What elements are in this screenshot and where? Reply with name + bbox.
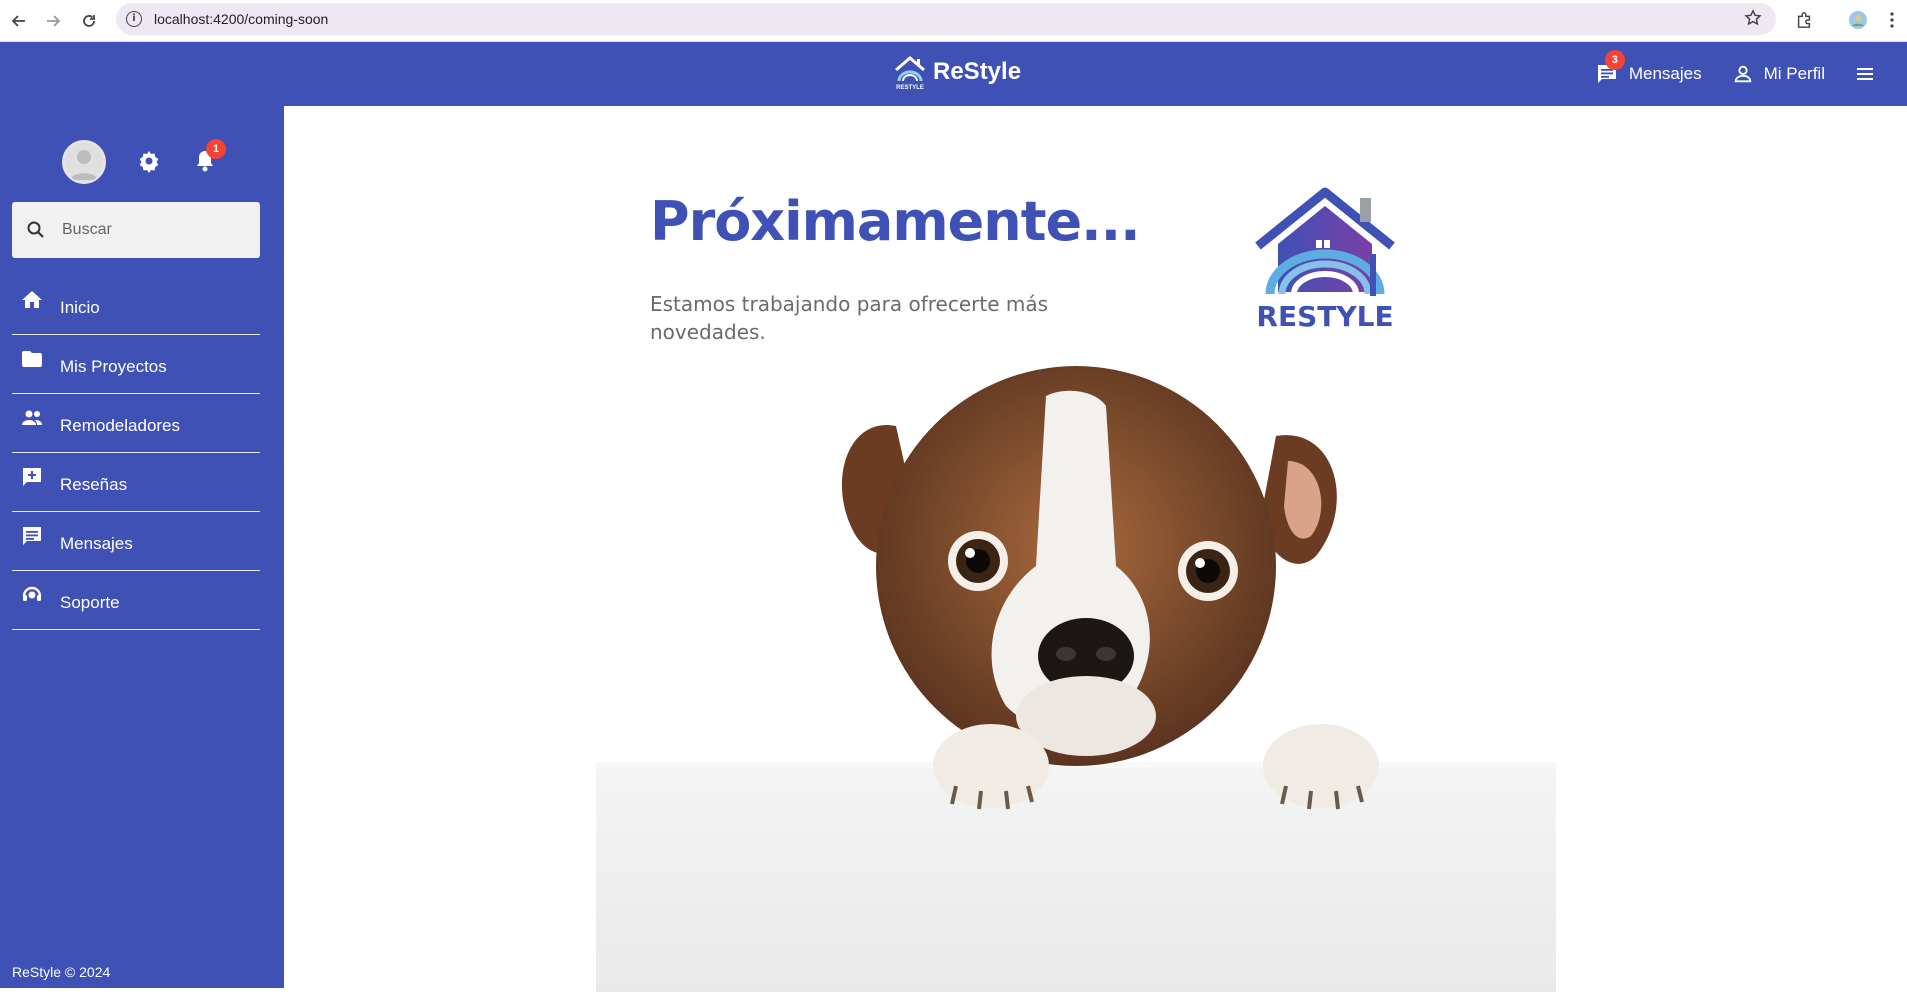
folder-icon [22, 351, 42, 367]
rate-review-icon [23, 468, 41, 486]
notifications-badge: 1 [206, 139, 226, 159]
settings-gear-icon[interactable] [137, 149, 161, 178]
forward-arrow-icon[interactable] [40, 8, 66, 34]
messages-label: Mensajes [1628, 64, 1702, 83]
profile-button[interactable]: Mi Perfil [1732, 63, 1825, 85]
profile-icon[interactable] [1846, 8, 1870, 32]
menu-button[interactable] [1855, 66, 1885, 82]
reload-icon[interactable] [76, 8, 102, 34]
search-input[interactable] [62, 221, 242, 239]
sidebar-item-label: Inicio [60, 298, 100, 317]
sidebar-item-inicio[interactable]: Inicio [12, 276, 260, 335]
coming-soon-dog-image [596, 336, 1556, 992]
bookmark-star-icon[interactable] [1744, 9, 1762, 32]
chat-icon [23, 527, 41, 545]
sidebar-item-label: Remodeladores [60, 416, 181, 435]
sidebar-item-mis-proyectos[interactable]: Mis Proyectos [12, 335, 260, 394]
hamburger-menu-icon [1857, 68, 1873, 80]
people-icon [22, 410, 42, 425]
url-text: localhost:4200/coming-soon [154, 11, 329, 27]
sidebar-footer: ReStyle © 2024 [12, 964, 111, 980]
brand-logo-icon: RESTYLE [895, 56, 925, 90]
search-icon [27, 221, 44, 238]
sidebar-item-label: Mensajes [60, 534, 133, 553]
sidebar-item-mensajes[interactable]: Mensajes [12, 512, 260, 571]
sidebar: 1 Inicio Mis Proyectos Remodeladores Res… [0, 106, 284, 988]
sidebar-menu: Inicio Mis Proyectos Remodeladores Reseñ… [12, 276, 260, 630]
home-icon [22, 291, 42, 308]
sidebar-item-resenas[interactable]: Reseñas [12, 453, 260, 512]
search-field[interactable] [12, 202, 260, 258]
avatar[interactable] [62, 140, 106, 184]
back-arrow-icon[interactable] [6, 8, 32, 34]
sidebar-item-soporte[interactable]: Soporte [12, 571, 260, 630]
top-app-bar: RESTYLE ReStyle 3 Mensajes Mi Perfil [0, 42, 1907, 106]
browser-chrome: i localhost:4200/coming-soon [0, 0, 1907, 42]
brand[interactable]: RESTYLE ReStyle [893, 54, 1021, 90]
logo-text: RESTYLE [1256, 300, 1393, 333]
sidebar-item-remodeladores[interactable]: Remodeladores [12, 394, 260, 453]
site-info-icon[interactable]: i [126, 11, 142, 27]
address-bar[interactable]: i localhost:4200/coming-soon [116, 3, 1776, 35]
svg-text:RESTYLE: RESTYLE [896, 85, 924, 90]
sidebar-item-label: Mis Proyectos [60, 357, 167, 376]
main-content: Próximamente... Estamos trabajando para … [284, 106, 1907, 992]
person-icon [1734, 65, 1751, 83]
page-title: Próximamente... [650, 190, 1141, 253]
brand-name: ReStyle [933, 58, 1022, 85]
restyle-logo: RESTYLE [1250, 184, 1400, 334]
extensions-icon[interactable] [1792, 8, 1816, 32]
sidebar-item-label: Reseñas [60, 475, 128, 494]
sidebar-item-label: Soporte [60, 593, 120, 612]
profile-label: Mi Perfil [1763, 64, 1825, 83]
messages-button[interactable]: 3 Mensajes [1595, 50, 1702, 86]
notifications-bell-icon[interactable]: 1 [194, 139, 226, 178]
support-agent-icon [22, 586, 42, 601]
browser-menu-icon[interactable] [1880, 8, 1904, 32]
svg-text:RESTYLE: RESTYLE [1256, 300, 1393, 333]
messages-badge: 3 [1604, 50, 1625, 70]
